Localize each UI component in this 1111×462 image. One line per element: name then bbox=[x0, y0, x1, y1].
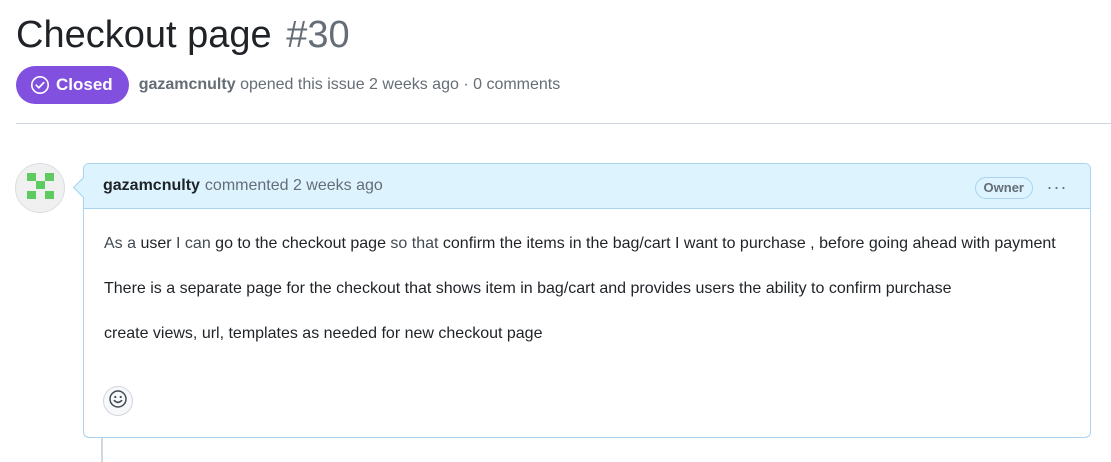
add-reaction-button[interactable] bbox=[103, 386, 133, 416]
text-segment: As a bbox=[104, 235, 141, 252]
text-segment: so that bbox=[385, 235, 443, 252]
comment-box: gazamcnulty commented 2 weeks ago Owner … bbox=[83, 163, 1091, 438]
issue-opened-info: gazamcnulty opened this issue 2 weeks ag… bbox=[139, 76, 561, 94]
issue-number: #30 bbox=[286, 14, 350, 56]
text-segment: user bbox=[140, 235, 172, 252]
issue-author-link[interactable]: gazamcnulty bbox=[139, 76, 236, 93]
comment-paragraph: As a user I can go to the checkout page … bbox=[104, 231, 1070, 256]
comment-paragraph: There is a separate page for the checkou… bbox=[104, 280, 952, 297]
issue-state-label: Closed bbox=[56, 75, 113, 94]
text-segment: I can bbox=[171, 235, 216, 252]
issue-title-row: Checkout page #30 bbox=[16, 12, 350, 58]
issue-opened-text: opened this issue 2 weeks ago · 0 commen… bbox=[240, 76, 561, 93]
issue-page: Checkout page #30 Closed gazamcnulty ope… bbox=[0, 0, 1111, 462]
comment-body: As a user I can go to the checkout page … bbox=[84, 209, 1090, 346]
smiley-icon bbox=[108, 389, 128, 414]
comment-timestamp[interactable]: commented 2 weeks ago bbox=[205, 177, 383, 195]
issue-state-badge: Closed bbox=[16, 66, 129, 104]
comment-paragraph: create views, url, templates as needed f… bbox=[104, 325, 543, 342]
header-divider bbox=[16, 123, 1111, 124]
text-segment: confirm the items in the bag/cart I want… bbox=[442, 235, 1056, 252]
avatar[interactable] bbox=[15, 163, 65, 213]
check-circle-icon bbox=[30, 75, 50, 95]
comment-header: gazamcnulty commented 2 weeks ago Owner … bbox=[84, 164, 1090, 209]
issue-title: Checkout page bbox=[16, 14, 272, 56]
issue-meta: Closed gazamcnulty opened this issue 2 w… bbox=[16, 66, 560, 104]
kebab-horizontal-icon[interactable]: ··· bbox=[1045, 176, 1069, 198]
timeline-line bbox=[101, 437, 103, 462]
owner-label: Owner bbox=[974, 177, 1033, 199]
comment-author-link[interactable]: gazamcnulty bbox=[103, 177, 200, 195]
text-segment: go to the checkout page bbox=[215, 235, 386, 252]
